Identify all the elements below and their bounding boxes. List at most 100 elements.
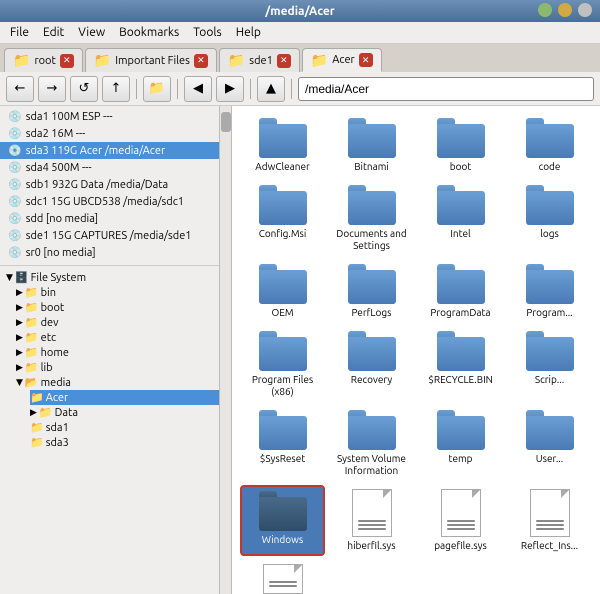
file-item-documents[interactable]: Documents and Settings (329, 181, 414, 256)
tree-toggle[interactable]: ▼ (6, 272, 13, 283)
sidebar-drive-sda2[interactable]: 💿 sda2 16M --- (0, 125, 219, 142)
sidebar-drive-sda1[interactable]: 💿 sda1 100M ESP --- (0, 108, 219, 125)
file-label: AdwCleaner (255, 161, 310, 173)
tree-sda1[interactable]: 📁 sda1 (30, 420, 219, 435)
toolbar-separator2 (177, 79, 178, 99)
sidebar-drive-sdb1[interactable]: 💿 sdb1 932G Data /media/Data (0, 176, 219, 193)
tab-root-close[interactable]: ✕ (60, 54, 74, 68)
tree-toggle[interactable]: ▼ (16, 377, 23, 388)
file-doc-icon (263, 564, 303, 594)
file-label: temp (449, 453, 473, 465)
menu-edit[interactable]: Edit (37, 24, 70, 41)
file-item-recovery[interactable]: Recovery (329, 327, 414, 402)
tree-boot[interactable]: ▶ 📁 boot (16, 300, 219, 315)
file-item-hiberfil[interactable]: hiberfil.sys (329, 485, 414, 556)
file-item-windows[interactable]: Windows (240, 485, 325, 556)
tree-toggle[interactable]: ▶ (16, 317, 23, 328)
menu-bookmarks[interactable]: Bookmarks (113, 24, 185, 41)
tab-acer[interactable]: 📁 Acer ✕ (302, 48, 382, 72)
file-item-program[interactable]: Program... (507, 260, 592, 323)
wm-close-button[interactable] (578, 3, 592, 17)
nav-up-button[interactable]: ↑ (102, 76, 130, 102)
file-item-oem[interactable]: OEM (240, 260, 325, 323)
tree-home[interactable]: ▶ 📁 home (16, 345, 219, 360)
nav-back-button[interactable]: ← (6, 76, 34, 102)
file-label: System Volume Information (333, 453, 410, 477)
nav-new-folder-button[interactable]: 📁 (143, 76, 171, 102)
tab-root[interactable]: 📁 root ✕ (4, 48, 83, 72)
nav-up2-button[interactable]: ▲ (257, 76, 285, 102)
folder-icon (259, 118, 307, 158)
file-item-programdata[interactable]: ProgramData (418, 260, 503, 323)
nav-prev-button[interactable]: ◀ (184, 76, 212, 102)
tree-label: bin (41, 287, 56, 299)
sidebar-drive-sda4[interactable]: 💿 sda4 500M --- (0, 159, 219, 176)
file-item-bitnami[interactable]: Bitnami (329, 114, 414, 177)
file-item-recyclebin[interactable]: $RECYCLE.BIN (418, 327, 503, 402)
sidebar-drive-sr0[interactable]: 💿 sr0 [no media] (0, 244, 219, 261)
menu-tools[interactable]: Tools (187, 24, 228, 41)
tree-folder-icon: 📁 (30, 391, 44, 404)
file-item-perflogs[interactable]: PerfLogs (329, 260, 414, 323)
file-item-temp[interactable]: temp (418, 406, 503, 481)
nav-forward-button[interactable]: → (38, 76, 66, 102)
file-item-boot[interactable]: boot (418, 114, 503, 177)
sidebar-scrollbar[interactable] (220, 106, 232, 594)
sidebar-drive-sdc1[interactable]: 💿 sdc1 15G UBCD538 /media/sdc1 (0, 193, 219, 210)
wm-min-button[interactable] (538, 3, 552, 17)
tree-toggle[interactable]: ▶ (16, 347, 23, 358)
file-label: Config.Msi (259, 228, 307, 240)
tree-folder-icon: 📁 (25, 331, 39, 344)
tree-sda3[interactable]: 📁 sda3 (30, 435, 219, 450)
tree-dev[interactable]: ▶ 📁 dev (16, 315, 219, 330)
sidebar-drive-sda3[interactable]: 💿 sda3 119G Acer /media/Acer (0, 142, 219, 159)
tree-etc[interactable]: ▶ 📁 etc (16, 330, 219, 345)
tree-toggle[interactable]: ▶ (16, 287, 23, 298)
tree-lib[interactable]: ▶ 📁 lib (16, 360, 219, 375)
tree-media[interactable]: ▼ 📂 media (16, 375, 219, 390)
menu-file[interactable]: File (4, 24, 35, 41)
main-area: 💿 sda1 100M ESP --- 💿 sda2 16M --- 💿 sda… (0, 106, 600, 594)
tree-data[interactable]: ▶ 📁 Data (30, 405, 219, 420)
file-item-reflect[interactable]: Reflect_Ins... (507, 485, 592, 556)
file-item-scripts[interactable]: Scrip... (507, 327, 592, 402)
sidebar-drive-sdd[interactable]: 💿 sdd [no media] (0, 210, 219, 227)
tree-toggle[interactable]: ▶ (16, 302, 23, 313)
tab-important-close[interactable]: ✕ (194, 54, 208, 68)
file-item-sysreset[interactable]: $SysReset (240, 406, 325, 481)
tab-sde1[interactable]: 📁 sde1 ✕ (219, 48, 300, 72)
tree-toggle[interactable]: ▶ (30, 407, 37, 418)
tab-sde1-close[interactable]: ✕ (277, 54, 291, 68)
tree-acer[interactable]: 📁 Acer (30, 390, 219, 405)
file-item-user[interactable]: User... (507, 406, 592, 481)
address-bar[interactable] (298, 77, 594, 101)
tree-label: lib (41, 362, 53, 374)
folder-icon (259, 331, 307, 371)
tab-important[interactable]: 📁 Important Files ✕ (85, 48, 217, 72)
menu-help[interactable]: Help (230, 24, 267, 41)
tree-root-item[interactable]: ▼ 🗄️ File System (4, 270, 219, 285)
tab-folder-icon: 📁 (94, 52, 111, 69)
tree-folder-icon: 📁 (25, 361, 39, 374)
file-label: Program Files (x86) (244, 374, 321, 398)
file-item-systemvolume[interactable]: System Volume Information (329, 406, 414, 481)
file-item-intel[interactable]: Intel (418, 181, 503, 256)
file-item-logs[interactable]: logs (507, 181, 592, 256)
scrollbar-thumb[interactable] (221, 112, 231, 132)
wm-max-button[interactable] (558, 3, 572, 17)
file-item-swapfile[interactable]: swapfile... (240, 560, 325, 594)
nav-reload-button[interactable]: ↺ (70, 76, 98, 102)
sidebar-drive-sde1[interactable]: 💿 sde1 15G CAPTURES /media/sde1 (0, 227, 219, 244)
file-item-pagefile[interactable]: pagefile.sys (418, 485, 503, 556)
file-item-programfiles86[interactable]: Program Files (x86) (240, 327, 325, 402)
nav-next-button[interactable]: ▶ (216, 76, 244, 102)
tree-bin[interactable]: ▶ 📁 bin (16, 285, 219, 300)
tab-acer-close[interactable]: ✕ (359, 53, 373, 67)
file-item-configmsi[interactable]: Config.Msi (240, 181, 325, 256)
menu-view[interactable]: View (72, 24, 111, 41)
file-item-code[interactable]: code (507, 114, 592, 177)
tab-root-label: root (34, 55, 55, 67)
file-item-adwcleaner[interactable]: AdwCleaner (240, 114, 325, 177)
tree-toggle[interactable]: ▶ (16, 332, 23, 343)
tree-toggle[interactable]: ▶ (16, 362, 23, 373)
